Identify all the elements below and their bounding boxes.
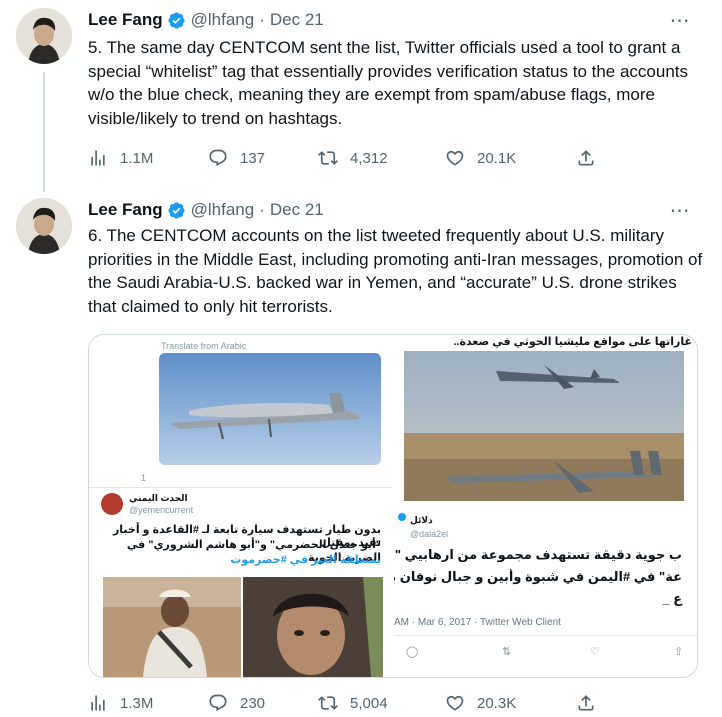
embedded-line-2: عة" في #اليمن في شبوة وأبين و جبال نوفان… (394, 569, 682, 584)
fighter-photo (103, 577, 241, 677)
reply-icon (209, 694, 227, 712)
reply-button[interactable]: 230 (208, 693, 265, 713)
like-button[interactable]: 20.1K (445, 148, 516, 168)
like-count: 20.3K (477, 694, 517, 712)
reply-button[interactable]: 137 (208, 148, 265, 168)
tweet-actions: 1.3M 230 5,004 20.3K (88, 691, 608, 715)
like-icon: ♡ (590, 646, 600, 658)
views-icon (91, 150, 105, 166)
tweet-date[interactable]: Dec 21 (270, 10, 324, 30)
embedded-author-handle: @dala2el (410, 529, 449, 539)
reply-icon: ◯ (406, 646, 419, 658)
views-button[interactable]: 1.3M (88, 693, 153, 713)
views-button[interactable]: 1.1M (88, 148, 153, 168)
separator: · (259, 10, 265, 29)
more-icon[interactable]: ⋯ (668, 8, 692, 32)
tweet-header: Lee Fang @lhfang · Dec 21 (88, 198, 324, 222)
tweet-header: Lee Fang @lhfang · Dec 21 (88, 8, 324, 32)
tweet-text: 6. The CENTCOM accounts on the list twee… (88, 226, 703, 316)
jets-photo (404, 351, 684, 501)
retweet-icon (318, 696, 338, 710)
embedded-author-handle: @yemencurrent (129, 505, 194, 515)
share-icon: ⇧ (674, 646, 684, 658)
retweet-icon: ⇅ (502, 646, 512, 658)
media-image-right[interactable]: غاراتها على مواقع مليشيا الحوثي في صعدة.… (394, 335, 697, 677)
more-icon[interactable]: ⋯ (668, 198, 692, 222)
tweet-actions: 1.1M 137 4,312 20.1K (88, 146, 608, 170)
author-name[interactable]: Lee Fang (88, 10, 163, 30)
views-count: 1.3M (120, 694, 154, 712)
share-icon (578, 150, 594, 166)
embedded-line-3: ع _ (662, 591, 682, 606)
embedded-author-name: دلائل (410, 515, 433, 525)
caption-top: غاراتها على مواقع مليشيا الحوثي في صعدة.… (453, 336, 692, 348)
retweet-button[interactable]: 4,312 (318, 148, 388, 168)
translate-label: Translate from Arabic (161, 341, 247, 351)
portrait-photo (243, 577, 383, 677)
embedded-line-3: بمنطقة العبر في #حضرموت (230, 554, 381, 566)
author-handle[interactable]: @lhfang (191, 200, 255, 220)
views-count: 1.1M (120, 149, 154, 167)
tweet-1[interactable]: Lee Fang @lhfang · Dec 21 ⋯ 5. The same … (0, 0, 722, 190)
embedded-avatar (398, 513, 406, 521)
views-icon (91, 695, 105, 711)
retweet-count: 5,004 (350, 694, 388, 712)
like-icon (446, 695, 464, 711)
verified-badge-icon (167, 11, 186, 30)
embedded-meta: AM · Mar 6, 2017 · Twitter Web Client (394, 617, 561, 628)
embedded-avatar (101, 493, 123, 515)
tweet-text: 5. The same day CENTCOM sent the list, T… (88, 38, 689, 128)
drone-photo (159, 353, 381, 465)
like-count: 20.1K (477, 149, 517, 167)
embedded-actions: ◯ ⇅ ♡ ⇧ (394, 645, 694, 659)
reply-count: 137 (240, 149, 266, 167)
share-icon (578, 695, 594, 711)
author-handle[interactable]: @lhfang (191, 10, 255, 30)
media-grid[interactable]: Translate from Arabic 1 الحدث اليمني @ye… (88, 334, 698, 678)
like-icon (446, 150, 464, 166)
author-name[interactable]: Lee Fang (88, 200, 163, 220)
reply-count-small: 1 (141, 473, 147, 483)
divider (89, 487, 392, 488)
embedded-author-name: الحدث اليمني (129, 493, 188, 503)
retweet-count: 4,312 (350, 149, 388, 167)
retweet-icon (318, 151, 338, 165)
embedded-line-1: ب جوية دقيقة تستهدف مجموعة من ارهابيي "أ… (394, 547, 682, 562)
retweet-button[interactable]: 5,004 (318, 693, 388, 713)
reply-count: 230 (240, 694, 266, 712)
avatar[interactable] (16, 198, 72, 254)
share-button[interactable] (576, 148, 608, 168)
verified-badge-icon (167, 201, 186, 220)
tweet-date[interactable]: Dec 21 (270, 200, 324, 220)
share-button[interactable] (576, 693, 608, 713)
reply-icon (209, 149, 227, 167)
divider (394, 635, 697, 636)
separator: · (259, 200, 265, 219)
media-image-left[interactable]: Translate from Arabic 1 الحدث اليمني @ye… (89, 335, 394, 677)
like-button[interactable]: 20.3K (445, 693, 516, 713)
avatar[interactable] (16, 8, 72, 64)
